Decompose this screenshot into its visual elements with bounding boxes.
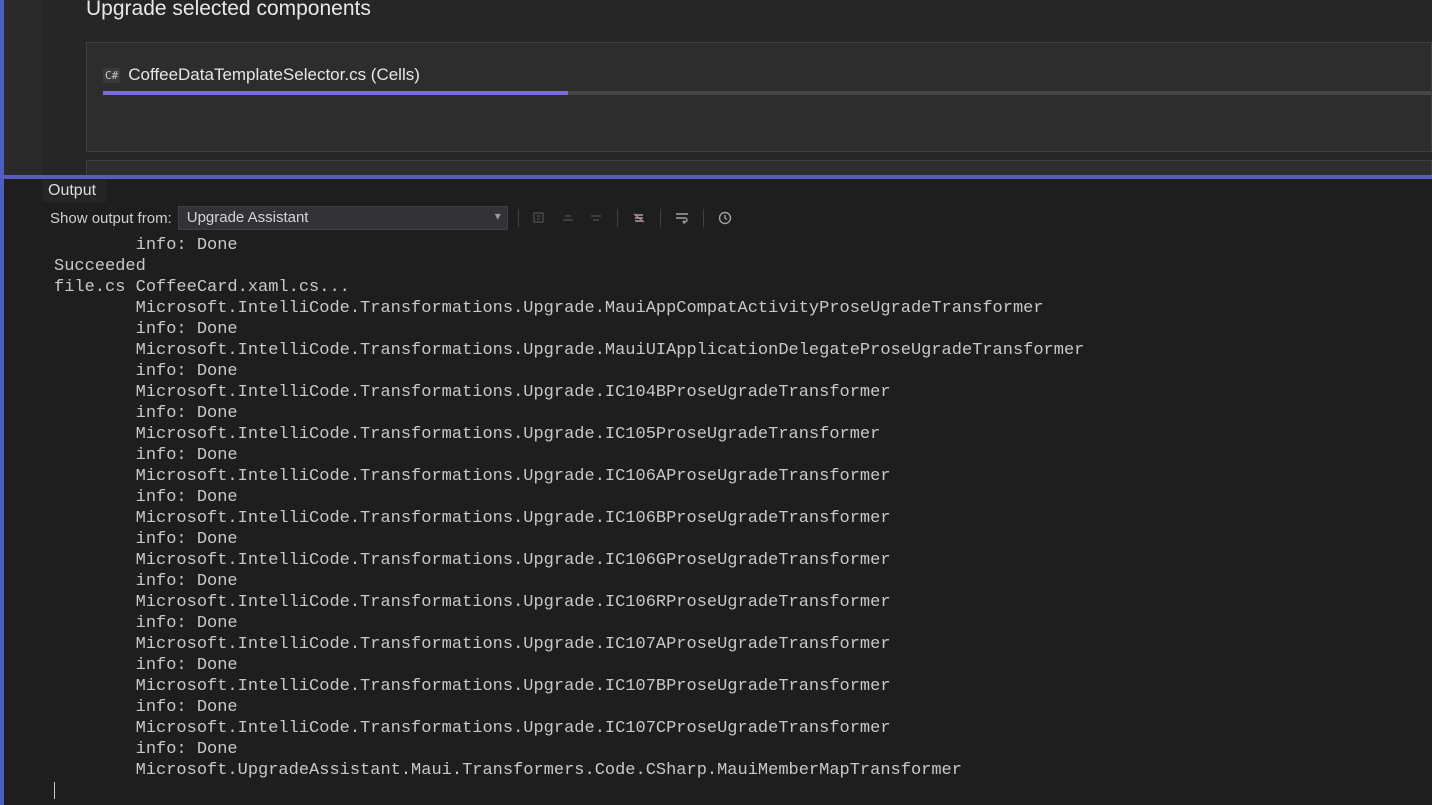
output-panel: Output Show output from: Upgrade Assista… bbox=[42, 179, 1432, 805]
next-message-icon[interactable] bbox=[585, 207, 607, 229]
clear-all-icon[interactable] bbox=[628, 207, 650, 229]
output-toolbar: Show output from: Upgrade Assistant bbox=[42, 203, 1432, 233]
progress-bar bbox=[103, 91, 1431, 95]
toolbar-divider bbox=[518, 209, 519, 227]
output-source-label: Show output from: bbox=[50, 210, 172, 227]
toolbar-divider bbox=[703, 209, 704, 227]
panel-splitter[interactable] bbox=[0, 175, 1432, 179]
toolbar-divider bbox=[617, 209, 618, 227]
progress-file-row: C# CoffeeDataTemplateSelector.cs (Cells) bbox=[103, 65, 420, 85]
csharp-file-icon: C# bbox=[103, 68, 120, 83]
prev-message-icon[interactable] bbox=[557, 207, 579, 229]
next-card-peek bbox=[86, 160, 1432, 175]
progress-filename: CoffeeDataTemplateSelector.cs (Cells) bbox=[128, 65, 420, 85]
page-title: Upgrade selected components bbox=[86, 0, 371, 19]
toolbar-divider bbox=[660, 209, 661, 227]
left-gutter bbox=[4, 0, 42, 175]
upgrade-panel: Upgrade selected components C# CoffeeDat… bbox=[42, 0, 1432, 175]
find-message-icon[interactable] bbox=[529, 207, 551, 229]
word-wrap-icon[interactable] bbox=[671, 207, 693, 229]
output-tab[interactable]: Output bbox=[42, 180, 106, 202]
output-text-area[interactable]: info: Done Succeeded file.cs CoffeeCard.… bbox=[42, 233, 1432, 802]
timestamp-icon[interactable] bbox=[714, 207, 736, 229]
output-tab-bar: Output bbox=[42, 179, 1432, 203]
progress-bar-fill bbox=[103, 91, 568, 95]
output-source-value: Upgrade Assistant bbox=[187, 209, 309, 226]
output-source-select[interactable]: Upgrade Assistant bbox=[178, 206, 508, 230]
progress-card: C# CoffeeDataTemplateSelector.cs (Cells) bbox=[86, 42, 1432, 152]
